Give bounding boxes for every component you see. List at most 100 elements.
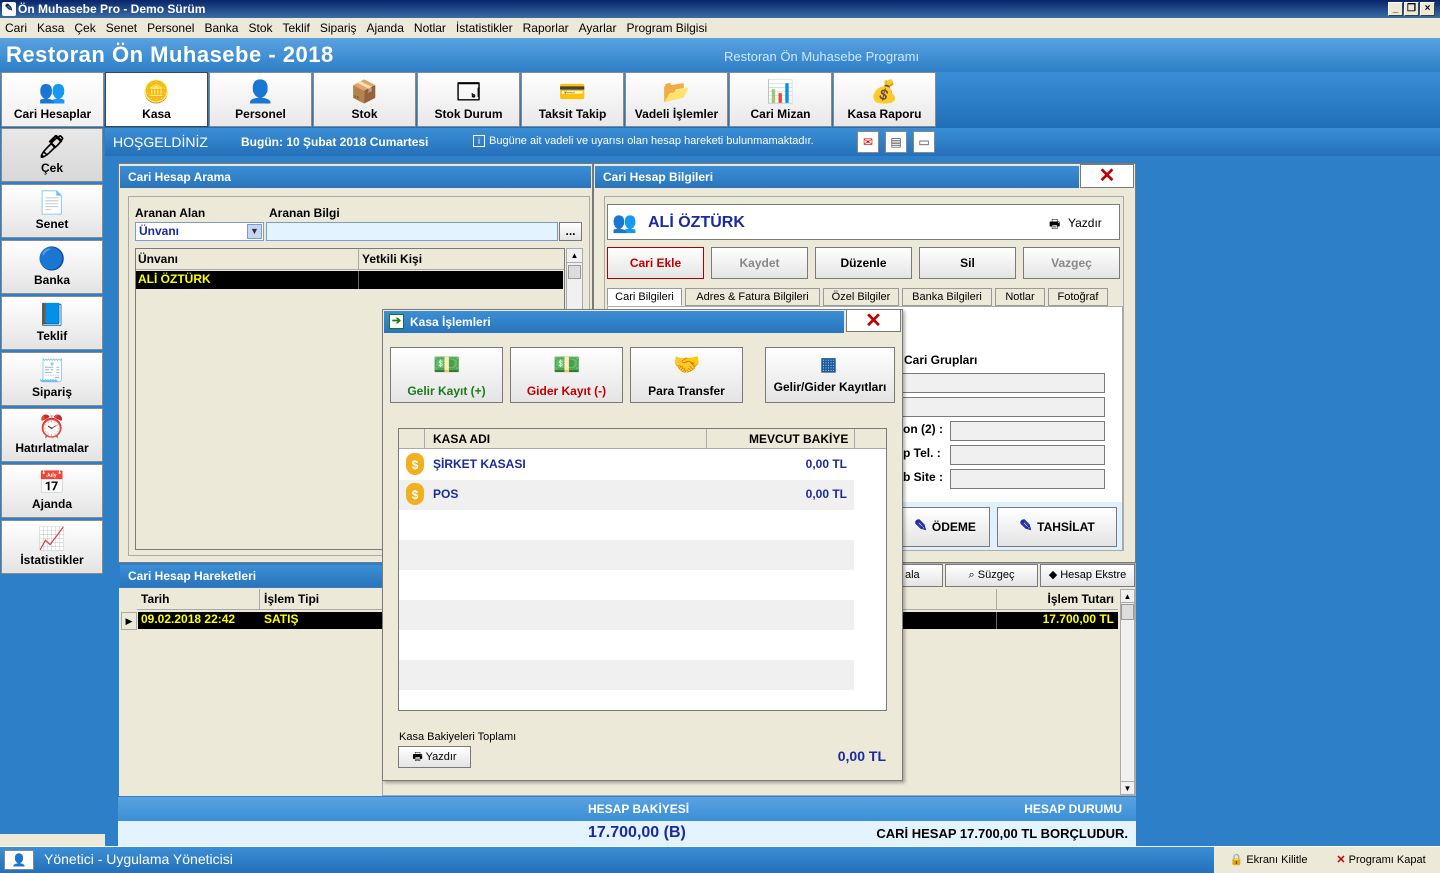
gider-kayit-button[interactable]: 💵 Gider Kayıt (-) xyxy=(510,347,623,403)
tab-notlar[interactable]: Notlar xyxy=(995,288,1045,306)
browse-button[interactable]: ... xyxy=(559,222,582,241)
mobile-field[interactable] xyxy=(950,445,1105,465)
menu-teklif[interactable]: Teklif xyxy=(278,18,315,38)
chevron-down-icon[interactable]: ▼ xyxy=(247,224,262,239)
tab-banka-bilgileri[interactable]: Banka Bilgileri xyxy=(902,288,992,306)
odeme-button[interactable]: ✎ ÖDEME xyxy=(900,507,990,547)
app-header: Restoran Ön Muhasebe - 2018 Restoran Ön … xyxy=(0,38,1440,72)
sidebar-item-hatirlatmalar[interactable]: ⏰ Hatırlatmalar xyxy=(1,408,103,462)
toolbar-taksit-takip-button[interactable]: 💳 Taksit Takip xyxy=(521,72,624,127)
info-close-button[interactable]: ✕ xyxy=(1080,164,1134,188)
statistics-icon: 📈 xyxy=(38,526,66,551)
scroll-up-icon[interactable]: ▲ xyxy=(567,249,582,263)
minimize-button[interactable]: _ xyxy=(1388,2,1403,16)
sidebar-item-banka[interactable]: 🔵 Banka xyxy=(1,240,103,294)
welcome-bar: HOŞGELDİNİZ Bugün: 10 Şubat 2018 Cumarte… xyxy=(105,128,1440,156)
scroll-down-icon[interactable]: ▼ xyxy=(1121,781,1134,794)
gelir-kayit-button[interactable]: 💵 Gelir Kayıt (+) xyxy=(390,347,503,403)
notification-icon[interactable]: ✉ xyxy=(857,131,879,153)
toolbar-personel-button[interactable]: 👤 Personel xyxy=(209,72,312,127)
toolbar-vadeli-islemler-button[interactable]: 📂 Vadeli İşlemler xyxy=(625,72,728,127)
sidebar-item-senet[interactable]: 📄 Senet xyxy=(1,184,103,238)
menu-ajanda[interactable]: Ajanda xyxy=(362,18,409,38)
amount-header-row: İşlem Tutarı xyxy=(903,589,1118,610)
sil-button[interactable]: Sil xyxy=(919,247,1016,279)
toolbar-cari-hesaplar-button[interactable]: 👥 Cari Hesaplar xyxy=(1,72,104,127)
vazgec-button[interactable]: Vazgeç xyxy=(1023,247,1120,279)
menu-istatistikler[interactable]: İstatistikler xyxy=(451,18,518,38)
duzenle-button[interactable]: Düzenle xyxy=(815,247,912,279)
person-icon: 👤 xyxy=(246,79,275,104)
kasa-close-button[interactable]: ✕ xyxy=(846,309,901,332)
table-row[interactable]: $ ŞİRKET KASASI 0,00 TL xyxy=(399,450,854,480)
info-print-button[interactable]: Yazdır xyxy=(1068,216,1102,230)
menu-cari[interactable]: Cari xyxy=(0,18,32,38)
kasa-grid-empty-rows xyxy=(399,510,854,710)
calendar-icon: 📅 xyxy=(38,470,66,495)
menu-banka[interactable]: Banka xyxy=(199,18,243,38)
toolbar-stok-button[interactable]: 📦 Stok xyxy=(313,72,416,127)
para-transfer-button[interactable]: 🤝 Para Transfer xyxy=(630,347,743,403)
notes-icon[interactable]: ▤ xyxy=(885,131,907,153)
menu-cek[interactable]: Çek xyxy=(69,18,100,38)
close-program-button[interactable]: ✕ Programı Kapat xyxy=(1324,848,1438,872)
suzgec-button[interactable]: ⌕ Süzgeç xyxy=(945,564,1038,587)
tool-ala-button[interactable]: ala xyxy=(901,564,943,587)
tab-ozel-bilgiler[interactable]: Özel Bilgiler xyxy=(823,288,899,306)
sidebar-item-cek[interactable]: 🖊 Çek xyxy=(1,128,103,182)
kaydet-button[interactable]: Kaydet xyxy=(711,247,808,279)
money-bag-icon: 💰 xyxy=(870,79,899,104)
app-subtitle: Restoran Ön Muhasebe Programı xyxy=(724,49,920,64)
website-field[interactable] xyxy=(950,469,1105,489)
tahsilat-button[interactable]: ✎ TAHSİLAT xyxy=(997,507,1117,547)
menu-bar: Cari Kasa Çek Senet Personel Banka Stok Teklif S… xyxy=(0,18,1440,38)
hesap-ekstre-button[interactable]: ◆ Hesap Ekstre xyxy=(1040,564,1135,587)
toolbar-kasa-button[interactable]: 🪙 Kasa xyxy=(105,72,208,127)
menu-program-bilgisi[interactable]: Program Bilgisi xyxy=(621,18,712,38)
window-title-bar: ✎ Ön Muhasebe Pro - Demo Sürüm _ ❐ × xyxy=(0,0,1440,18)
menu-kasa[interactable]: Kasa xyxy=(32,18,69,38)
scroll-up-icon[interactable]: ▲ xyxy=(1121,590,1134,603)
cari-grup-field-2[interactable] xyxy=(902,397,1105,417)
toolbar-cari-mizan-button[interactable]: 📊 Cari Mizan xyxy=(729,72,832,127)
tab-fotograf[interactable]: Fotoğraf xyxy=(1048,288,1108,306)
menu-raporlar[interactable]: Raporlar xyxy=(518,18,574,38)
cheque-icon: 🖊 xyxy=(38,134,66,159)
lock-screen-button[interactable]: 🔒 Ekranı Kilitle xyxy=(1215,848,1322,872)
sidebar-item-siparis[interactable]: 🧾 Sipariş xyxy=(1,352,103,406)
pie-icon: 🔵 xyxy=(38,246,66,271)
close-icon: ✕ xyxy=(1336,854,1349,866)
menu-siparis[interactable]: Sipariş xyxy=(315,18,362,38)
kasa-print-button[interactable]: 🖶 Yazdır xyxy=(398,746,471,768)
gelir-gider-kayitlari-button[interactable]: ▦ Gelir/Gider Kayıtları xyxy=(765,347,895,403)
table-row[interactable]: 09.02.2018 22:42 SATIŞ xyxy=(138,612,382,629)
menu-ayarlar[interactable]: Ayarlar xyxy=(574,18,622,38)
tab-adres-fatura[interactable]: Adres & Fatura Bilgileri xyxy=(685,288,820,306)
menu-stok[interactable]: Stok xyxy=(243,18,277,38)
records-grid-icon: ▦ xyxy=(820,354,838,374)
close-window-button[interactable]: × xyxy=(1420,2,1435,16)
restore-button[interactable]: ❐ xyxy=(1404,2,1419,16)
calculator-icon[interactable]: ▭ xyxy=(913,131,935,153)
menu-notlar[interactable]: Notlar xyxy=(409,18,451,38)
toolbar-stok-durum-button[interactable]: 🗔 Stok Durum xyxy=(417,72,520,127)
table-row[interactable]: $ POS 0,00 TL xyxy=(399,480,854,510)
movements-scrollbar[interactable]: ▲ ▼ xyxy=(1120,589,1135,795)
menu-personel[interactable]: Personel xyxy=(142,18,199,38)
sidebar-item-ajanda[interactable]: 📅 Ajanda xyxy=(1,464,103,518)
menu-senet[interactable]: Senet xyxy=(101,18,142,38)
table-row[interactable]: ALİ ÖZTÜRK xyxy=(136,271,563,289)
aranan-alan-select[interactable]: Ünvanı ▼ xyxy=(135,222,264,241)
aranan-bilgi-input[interactable] xyxy=(266,222,558,241)
cari-ekle-button[interactable]: Cari Ekle xyxy=(607,247,704,279)
cari-grup-field-1[interactable] xyxy=(902,373,1105,393)
phone2-field[interactable] xyxy=(950,421,1105,441)
sidebar-item-istatistikler[interactable]: 📈 İstatistikler xyxy=(1,520,103,574)
sidebar-item-teklif[interactable]: 📘 Teklif xyxy=(1,296,103,350)
printer-icon[interactable]: 🖶 xyxy=(1049,215,1060,236)
scroll-thumb[interactable] xyxy=(1121,604,1134,620)
toolbar-kasa-raporu-button[interactable]: 💰 Kasa Raporu xyxy=(833,72,936,127)
table-row[interactable]: 17.700,00 TL xyxy=(903,612,1118,629)
tab-cari-bilgileri[interactable]: Cari Bilgileri xyxy=(607,288,682,306)
scroll-thumb[interactable] xyxy=(568,265,581,279)
